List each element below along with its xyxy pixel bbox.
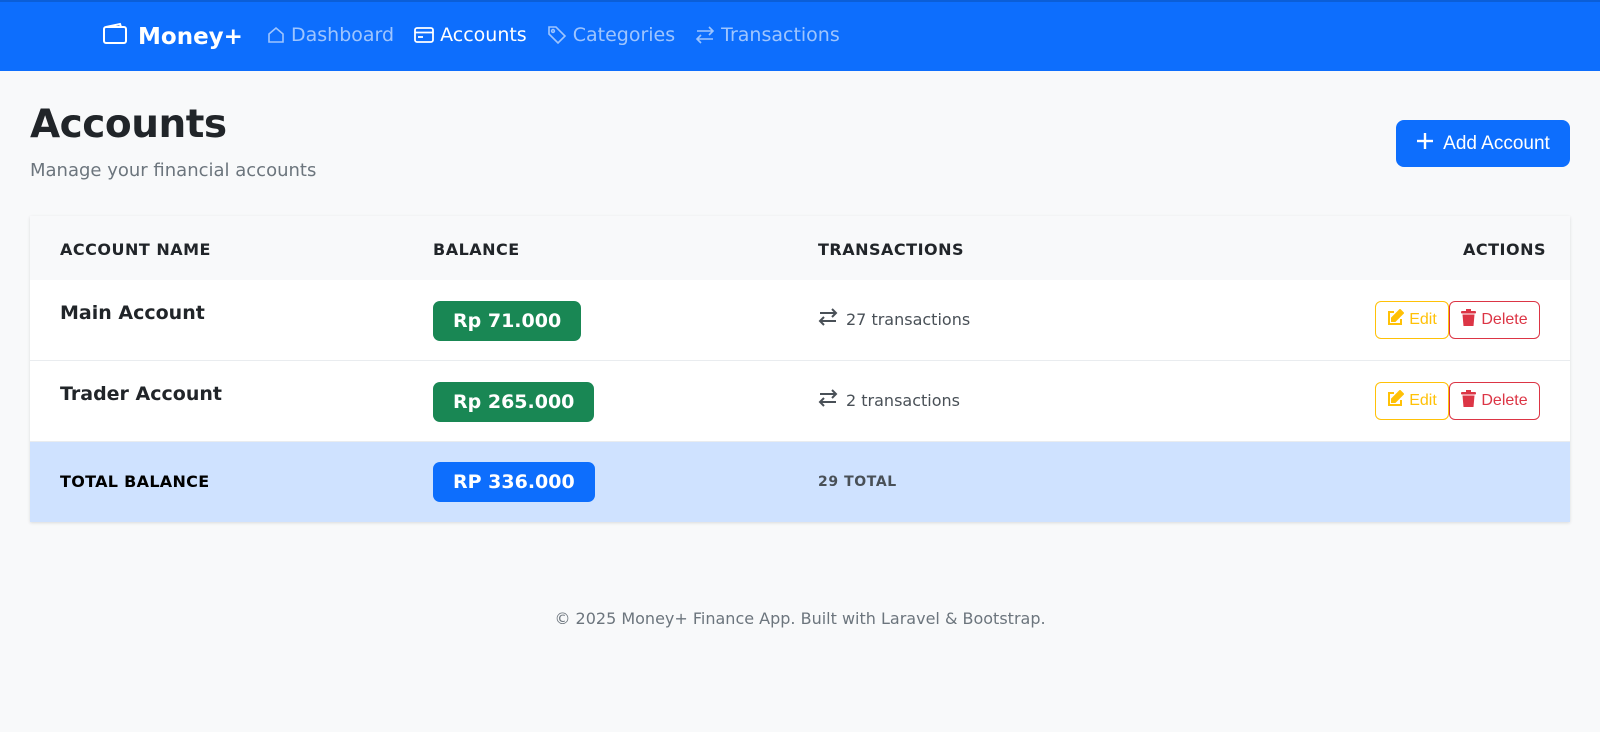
edit-button[interactable]: Edit: [1375, 301, 1449, 339]
wallet-icon: [102, 22, 128, 52]
table-row: Trader Account Rp 265.000 2 transactions…: [30, 361, 1570, 442]
nav-link-label: Dashboard: [291, 24, 395, 46]
plus-icon: [1416, 132, 1434, 156]
nav-link-transactions[interactable]: Transactions: [695, 24, 840, 46]
pencil-square-icon: [1387, 308, 1405, 331]
total-balance-label: Total Balance: [60, 472, 210, 491]
accounts-table: Account Name Balance Transactions Action…: [30, 216, 1570, 522]
table-header-row: Account Name Balance Transactions Action…: [30, 216, 1570, 280]
delete-label: Delete: [1481, 392, 1528, 409]
nav-link-label: Categories: [572, 24, 676, 46]
column-header-actions: Actions: [1463, 240, 1547, 259]
arrow-left-right-icon: [818, 389, 838, 411]
transaction-count-label: 27 transactions: [846, 309, 971, 329]
nav-link-label: Transactions: [721, 24, 840, 46]
edit-label: Edit: [1409, 311, 1437, 328]
arrow-left-right-icon: [695, 26, 715, 44]
table-row: Main Account Rp 71.000 27 transactions E…: [30, 280, 1570, 361]
column-header-transactions: Transactions: [818, 240, 965, 259]
balance-badge: Rp 265.000: [433, 382, 595, 422]
nav-link-categories[interactable]: Categories: [547, 24, 675, 46]
footer-text: © 2025 Money+ Finance App. Built with La…: [554, 609, 1046, 628]
edit-button[interactable]: Edit: [1375, 382, 1449, 420]
column-header-balance: Balance: [433, 240, 520, 259]
page-title: Accounts: [30, 102, 227, 147]
trash-icon: [1461, 309, 1477, 331]
page-subtitle: Manage your financial accounts: [30, 160, 317, 181]
transaction-count: 2 transactions: [818, 389, 960, 411]
pencil-square-icon: [1387, 389, 1405, 412]
balance-badge: Rp 71.000: [433, 301, 582, 341]
transaction-count: 27 transactions: [818, 308, 970, 330]
column-header-account-name: Account Name: [60, 240, 211, 259]
total-transactions: 29 total: [818, 474, 897, 490]
nav-link-label: Accounts: [440, 24, 527, 46]
total-balance-badge: RP 336.000: [433, 462, 595, 502]
account-name: Main Account: [60, 302, 205, 324]
trash-icon: [1461, 390, 1477, 412]
add-account-button[interactable]: Add Account: [1396, 120, 1570, 167]
house-icon: [267, 26, 285, 44]
delete-button[interactable]: Delete: [1449, 382, 1540, 420]
nav-link-dashboard[interactable]: Dashboard: [267, 24, 394, 46]
edit-label: Edit: [1409, 392, 1437, 409]
account-name: Trader Account: [60, 383, 222, 405]
nav-link-accounts[interactable]: Accounts: [414, 24, 527, 46]
delete-button[interactable]: Delete: [1449, 301, 1540, 339]
add-account-label: Add Account: [1443, 132, 1550, 154]
total-row: Total Balance RP 336.000 29 total: [30, 442, 1570, 522]
arrow-left-right-icon: [818, 308, 838, 330]
brand-name: Money+: [138, 24, 243, 50]
delete-label: Delete: [1481, 311, 1528, 328]
navbar: Money+ Dashboard Accounts Categories Tra…: [0, 0, 1600, 71]
transaction-count-label: 2 transactions: [846, 390, 960, 410]
brand[interactable]: Money+: [102, 22, 243, 52]
tags-icon: [547, 25, 567, 45]
credit-card-icon: [414, 27, 434, 43]
nav-links: Dashboard Accounts Categories Transactio…: [267, 24, 840, 46]
